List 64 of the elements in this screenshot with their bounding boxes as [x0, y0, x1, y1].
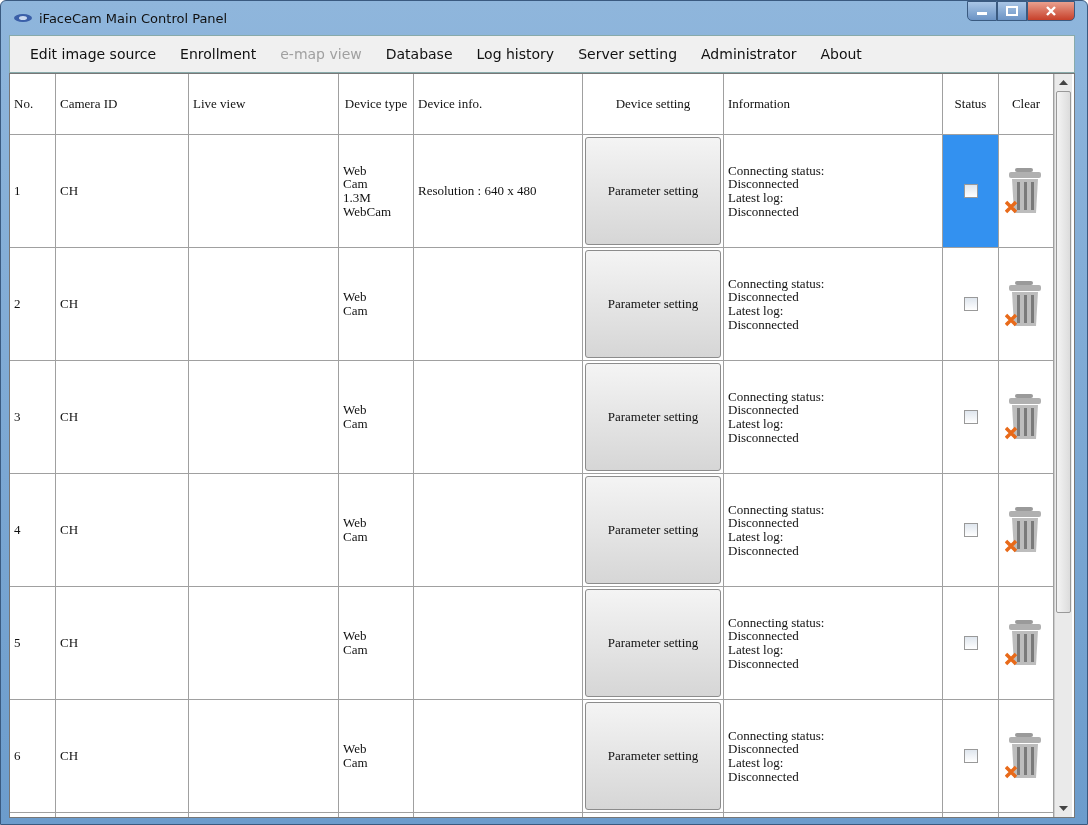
column-header: Live view: [193, 96, 246, 112]
row-number: 5: [14, 635, 21, 651]
device-type: Web Cam: [343, 742, 368, 770]
menu-item[interactable]: Log history: [464, 46, 567, 62]
device-info: Resolution : 640 x 480: [418, 183, 537, 199]
menu-item[interactable]: Server setting: [566, 46, 690, 62]
status-checkbox[interactable]: [963, 297, 978, 311]
row-number: 4: [14, 522, 21, 538]
column-header: Camera ID: [60, 96, 118, 112]
column-header: No.: [14, 96, 34, 112]
device-type: Web Cam: [343, 403, 368, 431]
row-number: 2: [14, 296, 21, 312]
parameter-setting-button[interactable]: Parameter setting: [585, 589, 721, 697]
parameter-setting-button[interactable]: Parameter setting: [585, 137, 721, 245]
maximize-button[interactable]: [997, 1, 1027, 21]
close-button[interactable]: [1027, 1, 1075, 21]
row-number: 3: [14, 409, 21, 425]
close-icon: [1045, 6, 1057, 16]
parameter-setting-button[interactable]: Parameter setting: [585, 363, 721, 471]
maximize-icon: [1006, 6, 1018, 16]
menu-item[interactable]: About: [808, 46, 874, 62]
connection-info: Connecting status: Disconnected Latest log: Disconnected: [728, 163, 825, 219]
camera-id: CH: [60, 296, 79, 312]
menu-item[interactable]: Administrator: [689, 46, 809, 62]
row-number: 1: [14, 183, 21, 199]
row-number: 6: [14, 748, 21, 764]
device-type: Web Cam: [343, 290, 368, 318]
status-checkbox[interactable]: [963, 184, 978, 198]
scroll-up-icon[interactable]: [1059, 80, 1068, 85]
column-header: Device info.: [418, 96, 483, 112]
scrollbar[interactable]: [1054, 74, 1072, 817]
scrollbar-thumb[interactable]: [1056, 91, 1071, 613]
connection-info: Connecting status: Disconnected Latest log: Disconnected: [728, 615, 825, 671]
app-icon: [13, 13, 33, 23]
status-checkbox[interactable]: [963, 410, 978, 424]
connection-info: Connecting status: Disconnected Latest log: Disconnected: [728, 276, 825, 332]
camera-id: CH: [60, 635, 79, 651]
device-type: Web Cam: [343, 516, 368, 544]
connection-info: Connecting status: Disconnected Latest log: Disconnected: [728, 502, 825, 558]
parameter-setting-button[interactable]: Parameter setting: [585, 476, 721, 584]
scroll-down-icon[interactable]: [1059, 806, 1068, 811]
window-title: iFaceCam Main Control Panel: [39, 10, 228, 26]
parameter-setting-button[interactable]: Parameter setting: [585, 250, 721, 358]
menu-item[interactable]: Edit image source: [18, 46, 169, 62]
status-checkbox[interactable]: [963, 636, 978, 650]
menu-item[interactable]: Enrollment: [168, 46, 269, 62]
connection-info: Connecting status: Disconnected Latest log: Disconnected: [728, 389, 825, 445]
parameter-setting-button[interactable]: Parameter setting: [585, 702, 721, 810]
device-type: Web Cam: [343, 629, 368, 657]
menu-item[interactable]: Database: [373, 46, 465, 62]
camera-id: CH: [60, 522, 79, 538]
column-header: Device setting: [615, 96, 691, 112]
camera-id: CH: [60, 183, 79, 199]
column-header: Device type: [344, 96, 408, 112]
camera-id: CH: [60, 409, 79, 425]
status-checkbox[interactable]: [963, 749, 978, 763]
minimize-button[interactable]: [967, 1, 997, 21]
status-checkbox[interactable]: [963, 523, 978, 537]
column-header: Clear: [1011, 96, 1041, 112]
column-header: Information: [728, 96, 791, 112]
connection-info: Connecting status: Disconnected Latest log: Disconnected: [728, 728, 825, 784]
camera-id: CH: [60, 748, 79, 764]
column-header: Status: [954, 96, 987, 112]
device-type: Web Cam 1.3M WebCam: [343, 163, 392, 219]
